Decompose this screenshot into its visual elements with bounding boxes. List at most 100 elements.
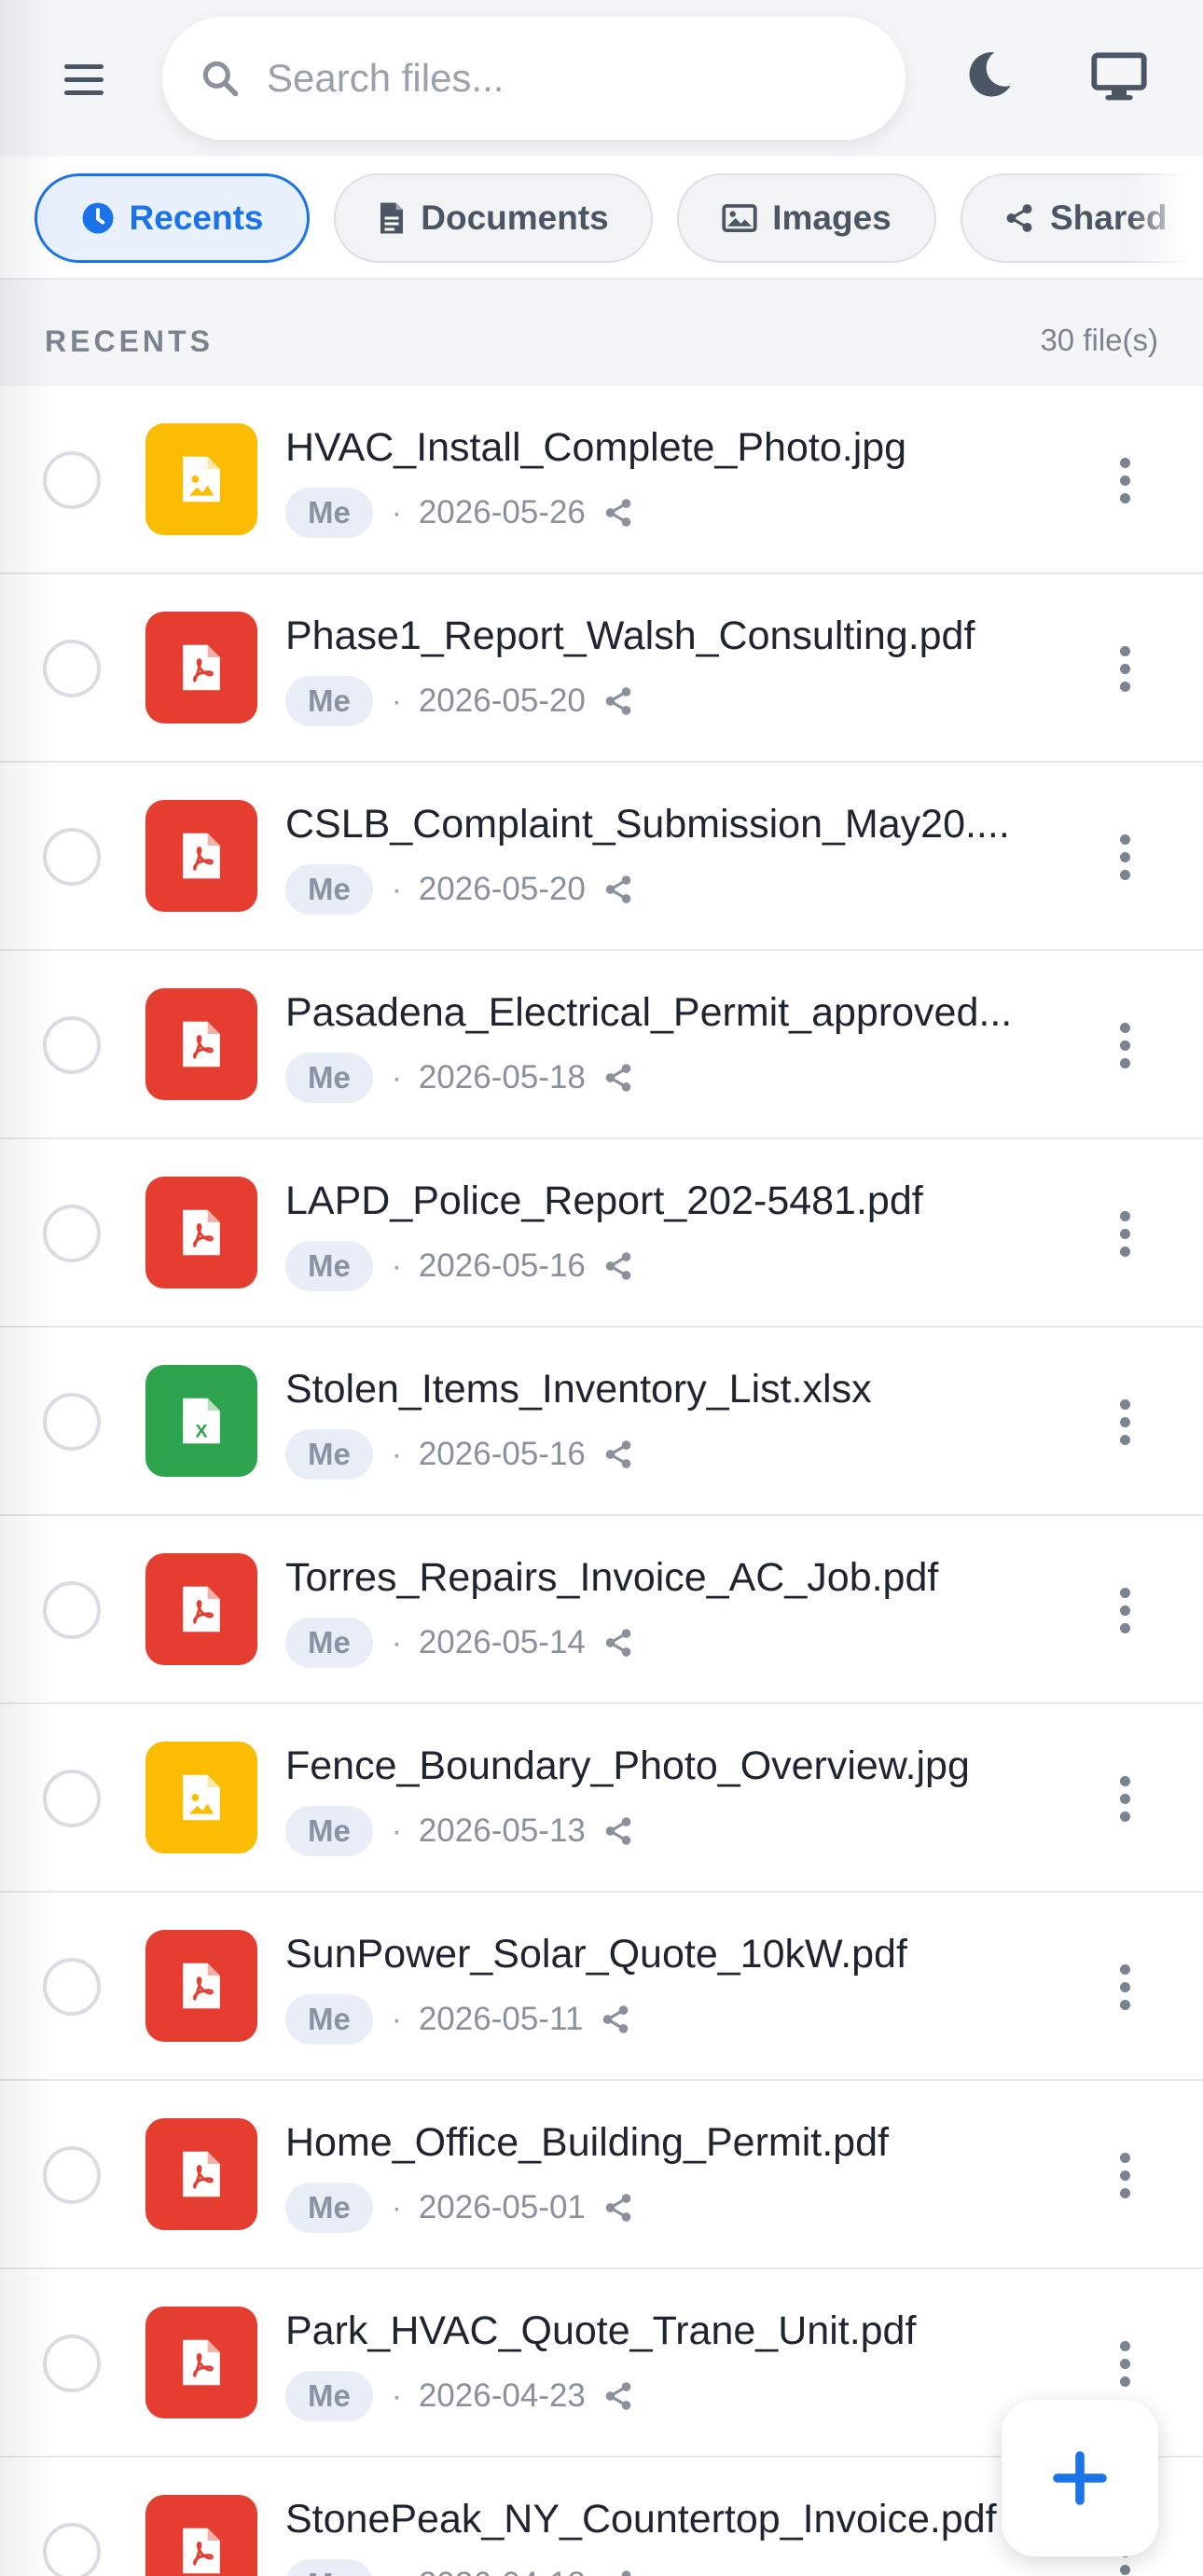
- tab-recents[interactable]: Recents: [35, 173, 310, 263]
- file-date: 2026-05-01: [418, 2189, 586, 2225]
- file-row[interactable]: SunPower_Solar_Quote_10kW.pdf Me · 2026-05-…: [0, 1893, 1203, 2081]
- search-input[interactable]: [267, 45, 864, 112]
- more-options-icon[interactable]: [1108, 826, 1141, 888]
- more-options-icon[interactable]: [1108, 2144, 1141, 2206]
- file-row[interactable]: Home_Office_Building_Permit.pdf Me · 2026-0…: [0, 2081, 1203, 2269]
- file-meta: Me · 2026-05-11: [285, 1993, 631, 2046]
- more-options-icon[interactable]: [1108, 2333, 1141, 2394]
- select-checkbox[interactable]: [43, 2335, 101, 2392]
- more-options-icon[interactable]: [1108, 449, 1141, 511]
- file-count: 30 file(s): [1040, 323, 1158, 357]
- add-button[interactable]: [1002, 2400, 1158, 2556]
- file-name: Torres_Repairs_Invoice_AC_Job.pdf: [285, 1555, 939, 1600]
- select-checkbox[interactable]: [43, 828, 101, 886]
- file-name: Pasadena_Electrical_Permit_approved...: [285, 990, 1013, 1035]
- file-date: 2026-04-23: [418, 2377, 586, 2414]
- file-row[interactable]: Fence_Boundary_Photo_Overview.jpg Me · 2026…: [0, 1704, 1203, 1893]
- file-date: 2026-05-14: [418, 1624, 586, 1660]
- pdf-file-icon: [145, 612, 257, 723]
- select-checkbox[interactable]: [43, 451, 101, 509]
- pdf-file-icon: [145, 1930, 257, 2042]
- file-row[interactable]: HVAC_Install_Complete_Photo.jpg Me · 2026-0…: [0, 386, 1203, 574]
- separator: ·: [391, 2190, 402, 2225]
- file-list: HVAC_Install_Complete_Photo.jpg Me · 2026-0…: [0, 386, 1203, 2576]
- image-file-icon: [145, 423, 257, 535]
- moon-icon[interactable]: [961, 47, 1016, 103]
- share-icon: [1006, 204, 1032, 232]
- shared-icon: [602, 1062, 634, 1094]
- more-options-icon[interactable]: [1108, 1014, 1141, 1076]
- owner-badge: Me: [285, 488, 373, 538]
- image-icon: [722, 204, 757, 232]
- separator: ·: [391, 1248, 402, 1283]
- file-date: 2026-05-16: [418, 1247, 586, 1284]
- owner-badge: Me: [285, 1618, 373, 1668]
- pdf-file-icon: [145, 988, 257, 1100]
- owner-badge: Me: [285, 1994, 373, 2045]
- shared-icon: [602, 497, 634, 529]
- shared-icon: [602, 874, 634, 905]
- image-file-icon: [145, 1742, 257, 1853]
- tab-images[interactable]: Images: [677, 173, 936, 263]
- select-checkbox[interactable]: [43, 1205, 101, 1262]
- shared-icon: [602, 1815, 634, 1847]
- file-row[interactable]: CSLB_Complaint_Submission_May20.... Me · 20…: [0, 763, 1203, 951]
- file-meta: Me · 2026-05-18: [285, 1052, 634, 1104]
- tab-documents[interactable]: Documents: [334, 173, 653, 263]
- shared-icon: [602, 2380, 634, 2412]
- file-meta: Me · 2026-05-01: [285, 2182, 634, 2234]
- select-checkbox[interactable]: [43, 1581, 101, 1639]
- file-meta: Me · 2026-05-14: [285, 1617, 634, 1669]
- file-date: 2026-05-20: [418, 871, 586, 907]
- pdf-file-icon: [145, 800, 257, 912]
- owner-badge: Me: [285, 864, 373, 915]
- file-name: Phase1_Report_Walsh_Consulting.pdf: [285, 613, 975, 658]
- pdf-file-icon: [145, 2118, 257, 2230]
- more-options-icon[interactable]: [1108, 638, 1141, 699]
- pdf-file-icon: [145, 2307, 257, 2418]
- owner-badge: Me: [285, 1806, 373, 1856]
- select-checkbox[interactable]: [43, 1393, 101, 1451]
- more-options-icon[interactable]: [1108, 1391, 1141, 1453]
- owner-badge: Me: [285, 2559, 373, 2576]
- file-row[interactable]: Pasadena_Electrical_Permit_approved... Me…: [0, 951, 1203, 1139]
- file-date: 2026-05-16: [418, 1436, 586, 1472]
- search-box[interactable]: [162, 17, 906, 140]
- separator: ·: [391, 683, 402, 718]
- clock-icon: [82, 202, 114, 234]
- file-meta: Me · 2026-05-16: [285, 1428, 634, 1481]
- monitor-icon[interactable]: [1089, 47, 1149, 106]
- top-bar: [0, 0, 1203, 157]
- file-row[interactable]: Phase1_Report_Walsh_Consulting.pdf Me · 202…: [0, 574, 1203, 763]
- file-date: 2026-05-13: [418, 1812, 586, 1849]
- file-meta: Me · 2026-04-18: [285, 2558, 634, 2576]
- owner-badge: Me: [285, 2371, 373, 2421]
- select-checkbox[interactable]: [43, 1770, 101, 1827]
- more-options-icon[interactable]: [1108, 1203, 1141, 1264]
- plus-icon: [1053, 2451, 1107, 2505]
- select-checkbox[interactable]: [43, 2146, 101, 2204]
- tab-fade: [1128, 157, 1203, 278]
- select-checkbox[interactable]: [43, 2523, 101, 2576]
- file-row[interactable]: X Stolen_Items_Inventory_List.xlsx Me · 2026…: [0, 1328, 1203, 1516]
- shared-icon: [602, 685, 634, 717]
- file-name: Park_HVAC_Quote_Trane_Unit.pdf: [285, 2308, 917, 2353]
- file-name: Stolen_Items_Inventory_List.xlsx: [285, 1367, 872, 1412]
- section-title: RECENTS: [45, 324, 214, 358]
- separator: ·: [391, 495, 402, 530]
- select-checkbox[interactable]: [43, 640, 101, 697]
- shared-icon: [602, 2192, 634, 2224]
- menu-icon[interactable]: [56, 51, 112, 107]
- separator: ·: [391, 1437, 402, 1471]
- select-checkbox[interactable]: [43, 1016, 101, 1074]
- file-name: CSLB_Complaint_Submission_May20....: [285, 802, 1010, 847]
- more-options-icon[interactable]: [1108, 1579, 1141, 1641]
- more-options-icon[interactable]: [1108, 1768, 1141, 1829]
- owner-badge: Me: [285, 1241, 373, 1291]
- filter-tabs: Recents Documents Images Shared: [0, 157, 1203, 280]
- file-row[interactable]: LAPD_Police_Report_202-5481.pdf Me · 2026-0…: [0, 1139, 1203, 1328]
- pdf-file-icon: [145, 2495, 257, 2576]
- more-options-icon[interactable]: [1108, 1956, 1141, 2018]
- select-checkbox[interactable]: [43, 1958, 101, 2016]
- file-row[interactable]: Torres_Repairs_Invoice_AC_Job.pdf Me · 2026…: [0, 1516, 1203, 1704]
